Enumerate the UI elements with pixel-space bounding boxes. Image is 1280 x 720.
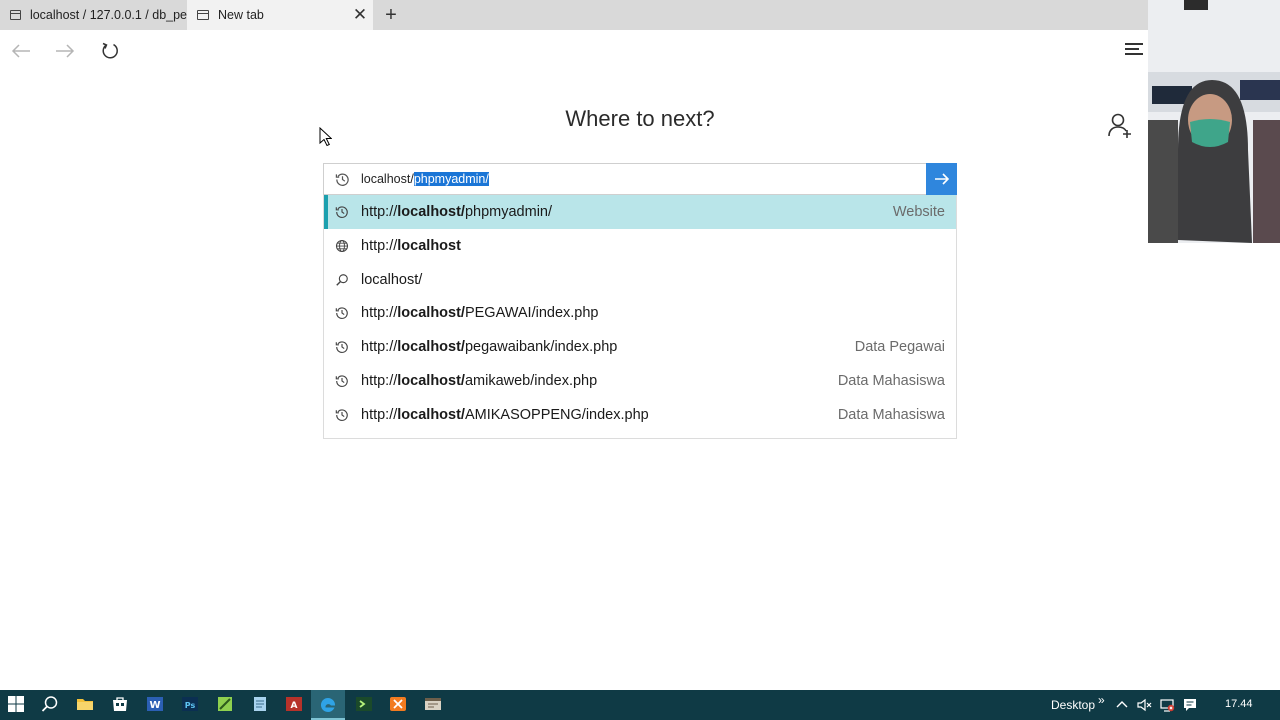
history-icon xyxy=(335,306,349,320)
new-tab-button[interactable]: + xyxy=(381,5,401,25)
suggestion-url: http://localhost/amikaweb/index.php xyxy=(361,373,598,389)
access-icon: A xyxy=(286,697,302,711)
suggestion-url: http://localhost/phpmyadmin/ xyxy=(361,204,553,220)
suggestion-item[interactable]: http://localhost/amikaweb/index.php Data … xyxy=(324,364,956,398)
hub-menu-icon[interactable] xyxy=(1125,43,1143,57)
suggestion-tag: Website xyxy=(892,204,945,220)
search-icon xyxy=(41,696,58,712)
suggestion-url: localhost/ xyxy=(361,271,423,288)
store-icon xyxy=(113,697,127,711)
suggestion-url: http://localhost/pegawaibank/index.php xyxy=(361,339,618,356)
windows-logo-icon xyxy=(8,696,24,712)
start-button[interactable] xyxy=(7,695,27,715)
page-title: Where to next? xyxy=(565,106,715,131)
word-button[interactable]: W xyxy=(146,695,166,715)
suggestion-url: http://localhost/AMIKASOPPENG/index.php xyxy=(361,406,649,423)
show-hidden-icons-icon[interactable] xyxy=(1114,697,1130,713)
history-icon xyxy=(335,205,349,219)
autocomplete-selection: phpmyadmin/ xyxy=(413,172,489,186)
arrow-right-icon xyxy=(934,173,949,185)
tab-label: localhost / 127.0.0.1 / db_pe xyxy=(29,8,187,22)
suggestion-item[interactable]: http://localhost/AMIKASOPPENG/index.php D… xyxy=(324,398,956,432)
webcam-overlay xyxy=(1148,0,1280,243)
refresh-icon xyxy=(102,42,118,59)
svg-text:A: A xyxy=(291,701,298,711)
photoshop-icon: Ps xyxy=(182,697,198,711)
terminal-button[interactable] xyxy=(355,695,375,715)
globe-icon xyxy=(335,239,349,253)
go-button[interactable] xyxy=(926,163,957,195)
refresh-button[interactable] xyxy=(97,38,123,64)
action-center-icon[interactable] xyxy=(1182,697,1198,713)
suggestion-item[interactable]: localhost/ xyxy=(324,263,956,297)
taskbar-clock[interactable]: 17.44 xyxy=(1225,698,1253,710)
edge-icon xyxy=(320,697,336,712)
access-button[interactable]: A xyxy=(285,695,305,715)
suggestion-item[interactable]: http://localhost/pegawaibank/index.php Da… xyxy=(324,330,956,364)
notepad-plus-button[interactable] xyxy=(216,695,236,715)
history-icon xyxy=(335,340,349,354)
file-explorer-button[interactable] xyxy=(76,695,96,715)
suggestion-item[interactable]: http://localhost/PEGAWAI/index.php xyxy=(324,296,956,330)
mouse-cursor xyxy=(319,126,333,152)
tab-page-icon xyxy=(10,10,21,20)
photoshop-button[interactable]: Ps xyxy=(181,695,201,715)
search-button[interactable] xyxy=(41,695,61,715)
suggestion-item[interactable]: http://localhost xyxy=(324,229,956,263)
suggestion-tag: Data Mahasiswa xyxy=(837,373,945,389)
suggestion-tag: Data Pegawai xyxy=(854,339,945,356)
app-window-button[interactable] xyxy=(424,695,444,715)
address-input[interactable]: localhost/phpmyadmin/ xyxy=(323,163,957,195)
edge-button[interactable] xyxy=(311,690,345,720)
volume-muted-icon[interactable] xyxy=(1136,697,1152,713)
suggestion-url: http://localhost xyxy=(361,237,461,254)
history-icon xyxy=(335,408,349,422)
desktop-toolbar-label[interactable]: Desktop xyxy=(1051,698,1095,712)
address-text: localhost/phpmyadmin/ xyxy=(361,172,489,186)
tab-phpmyadmin[interactable]: localhost / 127.0.0.1 / db_pe xyxy=(0,0,187,30)
suggestion-list: http://localhost/phpmyadmin/Website http:… xyxy=(323,195,957,439)
taskbar: W Ps A Desktop » 17.44 xyxy=(0,690,1280,720)
close-tab-icon[interactable]: ✕ xyxy=(352,6,368,23)
history-icon xyxy=(335,374,349,388)
terminal-icon xyxy=(356,697,372,711)
notepad-button[interactable] xyxy=(251,695,271,715)
forward-button[interactable] xyxy=(52,38,78,64)
notepad-icon xyxy=(254,697,266,711)
svg-text:W: W xyxy=(149,700,160,711)
suggestion-url: http://localhost/PEGAWAI/index.php xyxy=(361,305,599,322)
notepad-plus-icon xyxy=(218,697,232,711)
folder-icon xyxy=(77,699,93,710)
toolbar-chevron-icon[interactable]: » xyxy=(1098,693,1105,707)
tab-new-tab[interactable]: New tab xyxy=(187,0,373,30)
suggestion-item[interactable]: http://localhost/phpmyadmin/Website xyxy=(324,195,956,229)
app-window-icon xyxy=(425,698,441,710)
tab-page-icon xyxy=(197,10,209,20)
xampp-button[interactable] xyxy=(389,695,409,715)
arrow-left-icon xyxy=(11,44,30,58)
store-button[interactable] xyxy=(111,695,131,715)
back-button[interactable] xyxy=(8,38,34,64)
tab-label: New tab xyxy=(218,8,264,22)
svg-text:Ps: Ps xyxy=(185,701,196,710)
xampp-icon xyxy=(390,697,406,711)
word-icon: W xyxy=(147,697,163,711)
history-icon xyxy=(335,173,349,186)
tab-strip: localhost / 127.0.0.1 / db_pe New tab ✕ … xyxy=(0,0,1148,30)
search-icon xyxy=(335,273,349,287)
suggestion-tag: Data Mahasiswa xyxy=(837,406,945,423)
add-person-icon[interactable] xyxy=(1107,112,1133,145)
network-disconnected-icon[interactable] xyxy=(1159,697,1175,713)
arrow-right-icon xyxy=(56,44,75,58)
